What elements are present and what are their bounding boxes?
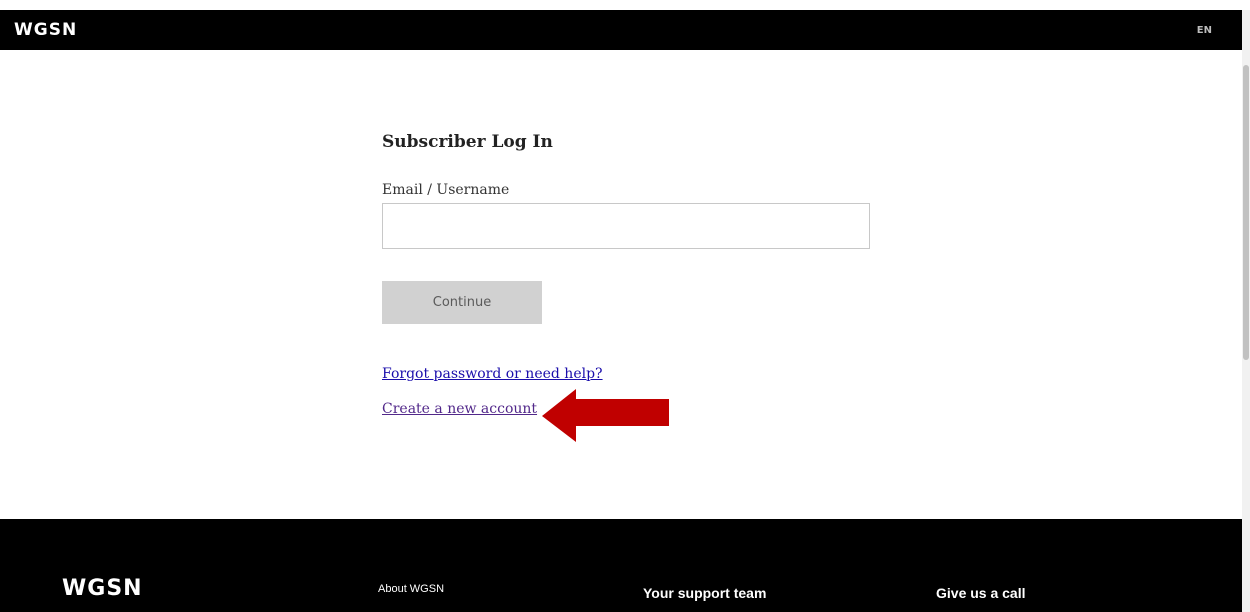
site-header: WGSN EN	[0, 10, 1242, 50]
email-label: Email / Username	[382, 182, 510, 198]
site-footer: WGSN About WGSN Your support team Give u…	[0, 519, 1242, 612]
give-us-a-call-heading: Give us a call	[936, 585, 1026, 601]
about-wgsn-link[interactable]: About WGSN	[378, 583, 444, 595]
arrow-left-icon	[542, 389, 669, 442]
scrollbar-thumb[interactable]	[1243, 65, 1249, 360]
top-strip	[0, 0, 1250, 10]
language-selector[interactable]: EN	[1197, 25, 1212, 36]
footer-logo[interactable]: WGSN	[62, 576, 143, 601]
page-title: Subscriber Log In	[382, 132, 553, 152]
support-team-heading: Your support team	[643, 585, 767, 601]
scrollbar[interactable]	[1242, 10, 1250, 612]
create-account-link[interactable]: Create a new account	[382, 401, 537, 417]
forgot-password-link[interactable]: Forgot password or need help?	[382, 366, 603, 382]
continue-button[interactable]: Continue	[382, 281, 542, 324]
wgsn-logo[interactable]: WGSN	[14, 20, 77, 40]
email-input[interactable]	[382, 203, 870, 249]
